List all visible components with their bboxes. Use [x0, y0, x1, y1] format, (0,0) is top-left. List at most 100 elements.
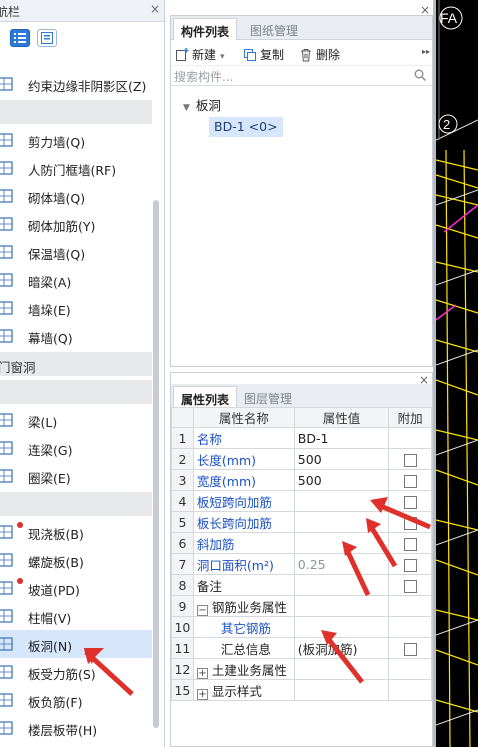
property-value-cell[interactable]	[293, 679, 390, 701]
attach-checkbox[interactable]	[403, 495, 417, 509]
tab-component-list[interactable]: 构件列表	[173, 18, 238, 40]
property-value-cell[interactable]: 0.25	[293, 553, 390, 575]
nav-item-hidden-beam[interactable]: 暗梁(A)	[0, 266, 152, 294]
nav-item-slab-hole[interactable]: 板洞(N)	[0, 630, 152, 658]
nav-title: 航栏	[0, 5, 21, 19]
nav-title-bar: 航栏 ×	[0, 0, 164, 22]
nav-item-label: 剪力墙(Q)	[28, 135, 86, 150]
property-value-cell[interactable]: 500	[293, 448, 390, 470]
chevron-down-icon[interactable]: ▾	[220, 52, 225, 62]
property-row[interactable]: 7 洞口面积(m²) 0.25	[171, 553, 432, 575]
nav-item-masonry-wall[interactable]: 砌体墙(Q)	[0, 182, 152, 210]
tree-view-toggle[interactable]	[37, 29, 57, 47]
property-name-cell[interactable]: 宽度(mm)	[192, 469, 295, 491]
expand-icon[interactable]: +	[196, 688, 208, 700]
tree-item-bd1[interactable]: BD-1 <0>	[209, 117, 283, 137]
property-row[interactable]: 2 长度(mm) 500	[171, 448, 432, 470]
component-search[interactable]: 搜索构件...	[171, 66, 432, 86]
tab-drawing-management[interactable]: 图纸管理	[243, 18, 305, 40]
nav-item-slab-stress-rebar[interactable]: 板受力筋(S)	[0, 658, 152, 686]
nav-item-ramp[interactable]: 坡道(PD)	[0, 574, 152, 602]
property-row[interactable]: 11 汇总信息 (板洞加筋)	[171, 637, 432, 659]
tree-expand-icon[interactable]: ▼	[183, 103, 190, 113]
property-value-cell[interactable]	[293, 595, 390, 617]
search-input[interactable]: 搜索构件...	[174, 68, 233, 85]
nav-item-slab-negative-rebar[interactable]: 板负筋(F)	[0, 686, 152, 714]
property-name-cell[interactable]: 板长跨向加筋	[192, 511, 295, 533]
property-name-cell[interactable]: 备注	[192, 574, 295, 596]
nav-item-insulation-wall[interactable]: 保温墙(Q)	[0, 238, 152, 266]
property-name-cell[interactable]: + 土建业务属性	[192, 658, 295, 680]
property-value-cell[interactable]: 500	[293, 469, 390, 491]
attach-checkbox[interactable]	[403, 558, 417, 572]
copy-button[interactable]: 复制	[243, 46, 284, 63]
attach-checkbox[interactable]	[403, 474, 417, 488]
property-value-cell[interactable]	[293, 511, 390, 533]
search-icon[interactable]	[414, 69, 426, 81]
property-value-cell[interactable]	[293, 616, 390, 638]
property-name-cell[interactable]: 斜加筋	[192, 532, 295, 554]
nav-item-ring-beam[interactable]: 圈梁(E)	[0, 462, 152, 490]
nav-item-floor-strip[interactable]: 楼层板带(H)	[0, 714, 152, 742]
property-name-cell[interactable]: 洞口面积(m²)	[192, 553, 295, 575]
property-name-cell[interactable]: − 钢筋业务属性	[192, 595, 295, 617]
nav-item-curtain-wall[interactable]: 幕墙(Q)	[0, 322, 152, 350]
list-view-toggle[interactable]	[10, 29, 30, 47]
nav-item-shear-wall[interactable]: 剪力墙(Q)	[0, 126, 152, 154]
property-row[interactable]: 1 名称 BD-1	[171, 427, 432, 449]
tree-category[interactable]: ▼ 板洞	[183, 95, 221, 114]
property-name-cell[interactable]: 其它钢筋	[192, 616, 295, 638]
nav-item-wall-pier[interactable]: 墙垛(E)	[0, 294, 152, 322]
new-button[interactable]: 新建 ▾	[175, 46, 225, 63]
tab-property-list[interactable]: 属性列表	[173, 386, 238, 408]
property-row[interactable]: 6 斜加筋	[171, 532, 432, 554]
nav-group-header[interactable]	[0, 492, 152, 516]
nav-item-column-cap[interactable]: 柱帽(V)	[0, 602, 152, 630]
property-extra-cell	[388, 490, 432, 512]
attach-checkbox[interactable]	[403, 516, 417, 530]
property-value-cell[interactable]	[293, 574, 390, 596]
nav-item-civil-defense-door-wall[interactable]: 人防门框墙(RF)	[0, 154, 152, 182]
nav-item-masonry-reinforcement[interactable]: 砌体加筋(Y)	[0, 210, 152, 238]
property-row[interactable]: 10 其它钢筋	[171, 616, 432, 638]
nav-scrollbar[interactable]	[153, 200, 159, 728]
property-name-cell[interactable]: 名称	[192, 427, 295, 449]
property-row[interactable]: 15 + 显示样式	[171, 679, 432, 701]
property-row[interactable]: 12 + 土建业务属性	[171, 658, 432, 680]
nav-close-icon[interactable]: ×	[150, 2, 160, 16]
tab-layer-management[interactable]: 图层管理	[237, 386, 299, 408]
nav-item-coupling-beam[interactable]: 连梁(G)	[0, 434, 152, 462]
nav-group-header[interactable]	[0, 380, 152, 404]
property-name-cell[interactable]: 长度(mm)	[192, 448, 295, 470]
nav-item-cast-slab[interactable]: 现浇板(B)	[0, 518, 152, 546]
property-row[interactable]: 3 宽度(mm) 500	[171, 469, 432, 491]
property-row[interactable]: 5 板长跨向加筋	[171, 511, 432, 533]
nav-group-header[interactable]: 门窗洞	[0, 352, 152, 376]
more-icon[interactable]: ▸▸	[422, 47, 430, 56]
nav-item-constraint-edge[interactable]: 约束边缘非阴影区(Z)	[0, 70, 152, 98]
delete-button[interactable]: 删除	[299, 46, 340, 63]
nav-item-spiral-slab[interactable]: 螺旋板(B)	[0, 546, 152, 574]
attach-checkbox[interactable]	[403, 453, 417, 467]
property-row[interactable]: 8 备注	[171, 574, 432, 596]
nav-group-header[interactable]	[0, 100, 152, 124]
property-value-cell[interactable]	[293, 658, 390, 680]
property-name-cell[interactable]: 汇总信息	[192, 637, 295, 659]
grid-axis-label-fa: FA	[440, 10, 458, 26]
expand-icon[interactable]: +	[196, 667, 208, 679]
attach-checkbox[interactable]	[403, 537, 417, 551]
property-value-cell[interactable]	[293, 532, 390, 554]
cad-viewport[interactable]: 2 FA	[436, 0, 478, 747]
property-value-cell[interactable]: (板洞加筋)	[293, 637, 390, 659]
component-panel-close-icon[interactable]: ×	[420, 3, 430, 17]
property-name-cell[interactable]: 板短跨向加筋	[192, 490, 295, 512]
collapse-icon[interactable]: −	[196, 604, 208, 616]
property-value-cell[interactable]	[293, 490, 390, 512]
nav-item-beam[interactable]: 梁(L)	[0, 406, 152, 434]
attach-checkbox[interactable]	[403, 579, 417, 593]
property-name-cell[interactable]: + 显示样式	[192, 679, 295, 701]
property-row[interactable]: 9− 钢筋业务属性	[171, 595, 432, 617]
attach-checkbox[interactable]	[403, 642, 417, 656]
property-row[interactable]: 4 板短跨向加筋	[171, 490, 432, 512]
property-value-cell[interactable]: BD-1	[293, 427, 390, 449]
